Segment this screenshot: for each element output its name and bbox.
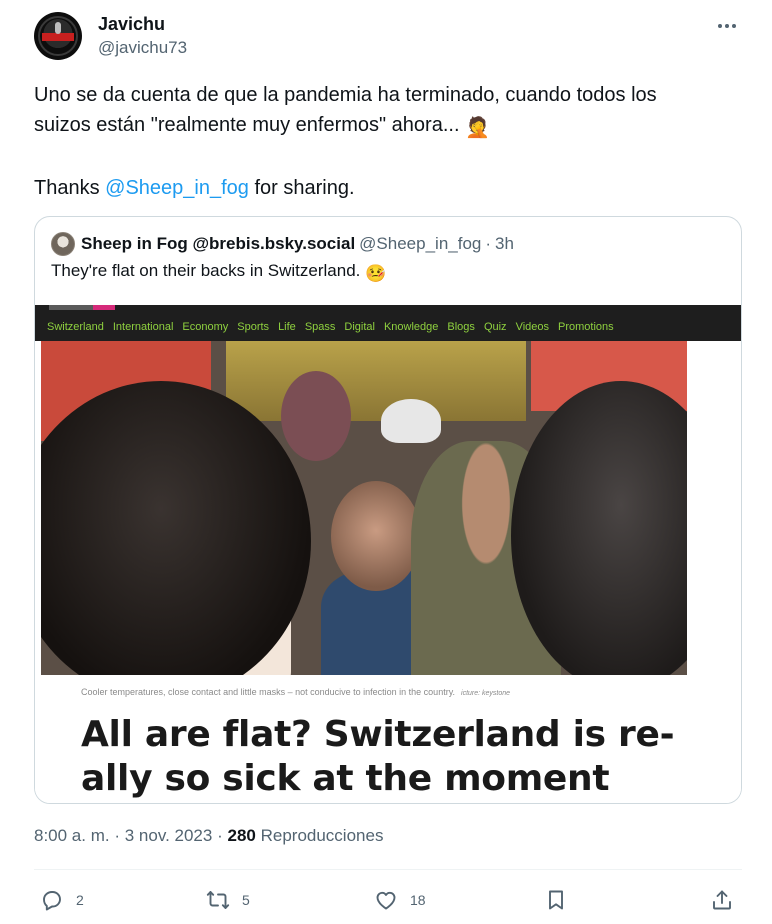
retweet-icon [206, 891, 230, 909]
quoted-post[interactable]: Sheep in Fog @brebis.bsky.social @Sheep_… [34, 216, 742, 804]
microphone-icon [55, 22, 61, 34]
quoted-text-content: They're flat on their backs in Switzerla… [51, 261, 361, 280]
share-icon [713, 890, 731, 910]
photo-person [281, 371, 351, 461]
nav-item: Knowledge [383, 321, 439, 333]
avatar-band [42, 33, 74, 41]
tweet-text-line-2: suizos están "realmente muy enfermos" ah… [34, 110, 734, 143]
post-time[interactable]: 8:00 a. m. [34, 826, 110, 845]
bookmark-icon [549, 890, 563, 910]
facepalm-emoji: 🤦 [465, 117, 490, 139]
quoted-media-image[interactable]: Switzerland International Economy Sports… [35, 305, 741, 803]
nav-item: Economy [182, 321, 229, 333]
nav-item: Digital [344, 321, 375, 333]
photo-person [331, 481, 421, 591]
author-handle[interactable]: @javichu73 [98, 38, 187, 58]
quoted-time: 3h [495, 234, 514, 253]
reply-icon [43, 891, 61, 911]
nav-item: Blogs [447, 321, 475, 333]
post-date[interactable]: 3 nov. 2023 [125, 826, 213, 845]
headline-line-2: ally so sick at the moment [81, 758, 610, 799]
headline-line-1: All are flat? Switzerland is re- [81, 714, 675, 755]
reply-count: 2 [76, 892, 84, 908]
tweet-meta: 8:00 a. m. · 3 nov. 2023 · 280 Reproducc… [34, 826, 383, 846]
nav-item: Switzerland [47, 321, 104, 333]
tweet: Javichu @javichu73 Uno se da cuenta de q… [0, 0, 772, 924]
quoted-display-name: Sheep in Fog @brebis.bsky.social [81, 234, 356, 253]
nav-item: International [112, 321, 174, 333]
nav-item: Sports [237, 321, 270, 333]
photo-caption-text: Cooler temperatures, close contact and l… [81, 687, 456, 697]
meta-separator: · [114, 826, 121, 845]
like-button[interactable]: 18 [374, 884, 426, 916]
action-bar: 2 5 18 [34, 884, 742, 916]
tweet-text-line-2-text: suizos están "realmente muy enfermos" ah… [34, 114, 460, 136]
mention-link[interactable]: @Sheep_in_fog [105, 177, 249, 199]
more-dot [732, 24, 736, 28]
photo-person-foreground [511, 381, 687, 675]
crowd-photo [41, 341, 687, 675]
tweet-text-line-3: Thanks @Sheep_in_fog for sharing. [34, 173, 734, 203]
photo-person-cap [381, 399, 441, 443]
tweet-text: Uno se da cuenta de que la pandemia ha t… [34, 80, 734, 203]
more-dot [725, 24, 729, 28]
more-options-icon[interactable] [712, 14, 742, 38]
bookmark-button[interactable] [544, 884, 568, 916]
retweet-count: 5 [242, 892, 250, 908]
quoted-text: They're flat on their backs in Switzerla… [51, 261, 386, 284]
article-navbar: Switzerland International Economy Sports… [35, 305, 741, 341]
share-button[interactable] [710, 884, 734, 916]
like-count: 18 [410, 892, 426, 908]
photo-person-foreground [41, 381, 311, 675]
divider [34, 869, 742, 870]
thanks-text: Thanks [34, 177, 106, 199]
reply-button[interactable]: 2 [40, 884, 84, 916]
quoted-separator: · [485, 234, 492, 253]
quoted-post-header: Sheep in Fog @brebis.bsky.social @Sheep_… [51, 232, 514, 256]
nav-item: Promotions [558, 321, 614, 333]
photo-background [226, 341, 526, 421]
tweet-header: Javichu @javichu73 [34, 12, 742, 64]
nav-item: Quiz [483, 321, 507, 333]
sick-face-emoji: 🤒 [365, 264, 387, 283]
more-dot [718, 24, 722, 28]
retweet-button[interactable]: 5 [206, 884, 250, 916]
views-label: Reproducciones [260, 826, 384, 845]
article-headline: All are flat? Switzerland is re- ally so… [81, 713, 721, 801]
article-nav-items: Switzerland International Economy Sports… [47, 321, 614, 333]
heart-icon [376, 891, 396, 910]
navbar-logo-accent [93, 305, 115, 310]
photo-credit: icture: keystone [461, 690, 511, 697]
nav-item: Life [278, 321, 296, 333]
avatar[interactable] [34, 12, 82, 60]
author-display-name[interactable]: Javichu [98, 14, 165, 35]
quoted-avatar [51, 232, 75, 256]
nav-item: Videos [515, 321, 549, 333]
tweet-text-line-1: Uno se da cuenta de que la pandemia ha t… [34, 84, 657, 106]
sharing-text: for sharing. [248, 177, 355, 199]
photo-caption: Cooler temperatures, close contact and l… [81, 687, 510, 697]
tweet-text-spacer [34, 143, 734, 173]
nav-item: Spass [304, 321, 336, 333]
meta-separator: · [217, 826, 223, 845]
views-count: 280 [227, 826, 256, 845]
quoted-handle: @Sheep_in_fog [359, 234, 482, 253]
